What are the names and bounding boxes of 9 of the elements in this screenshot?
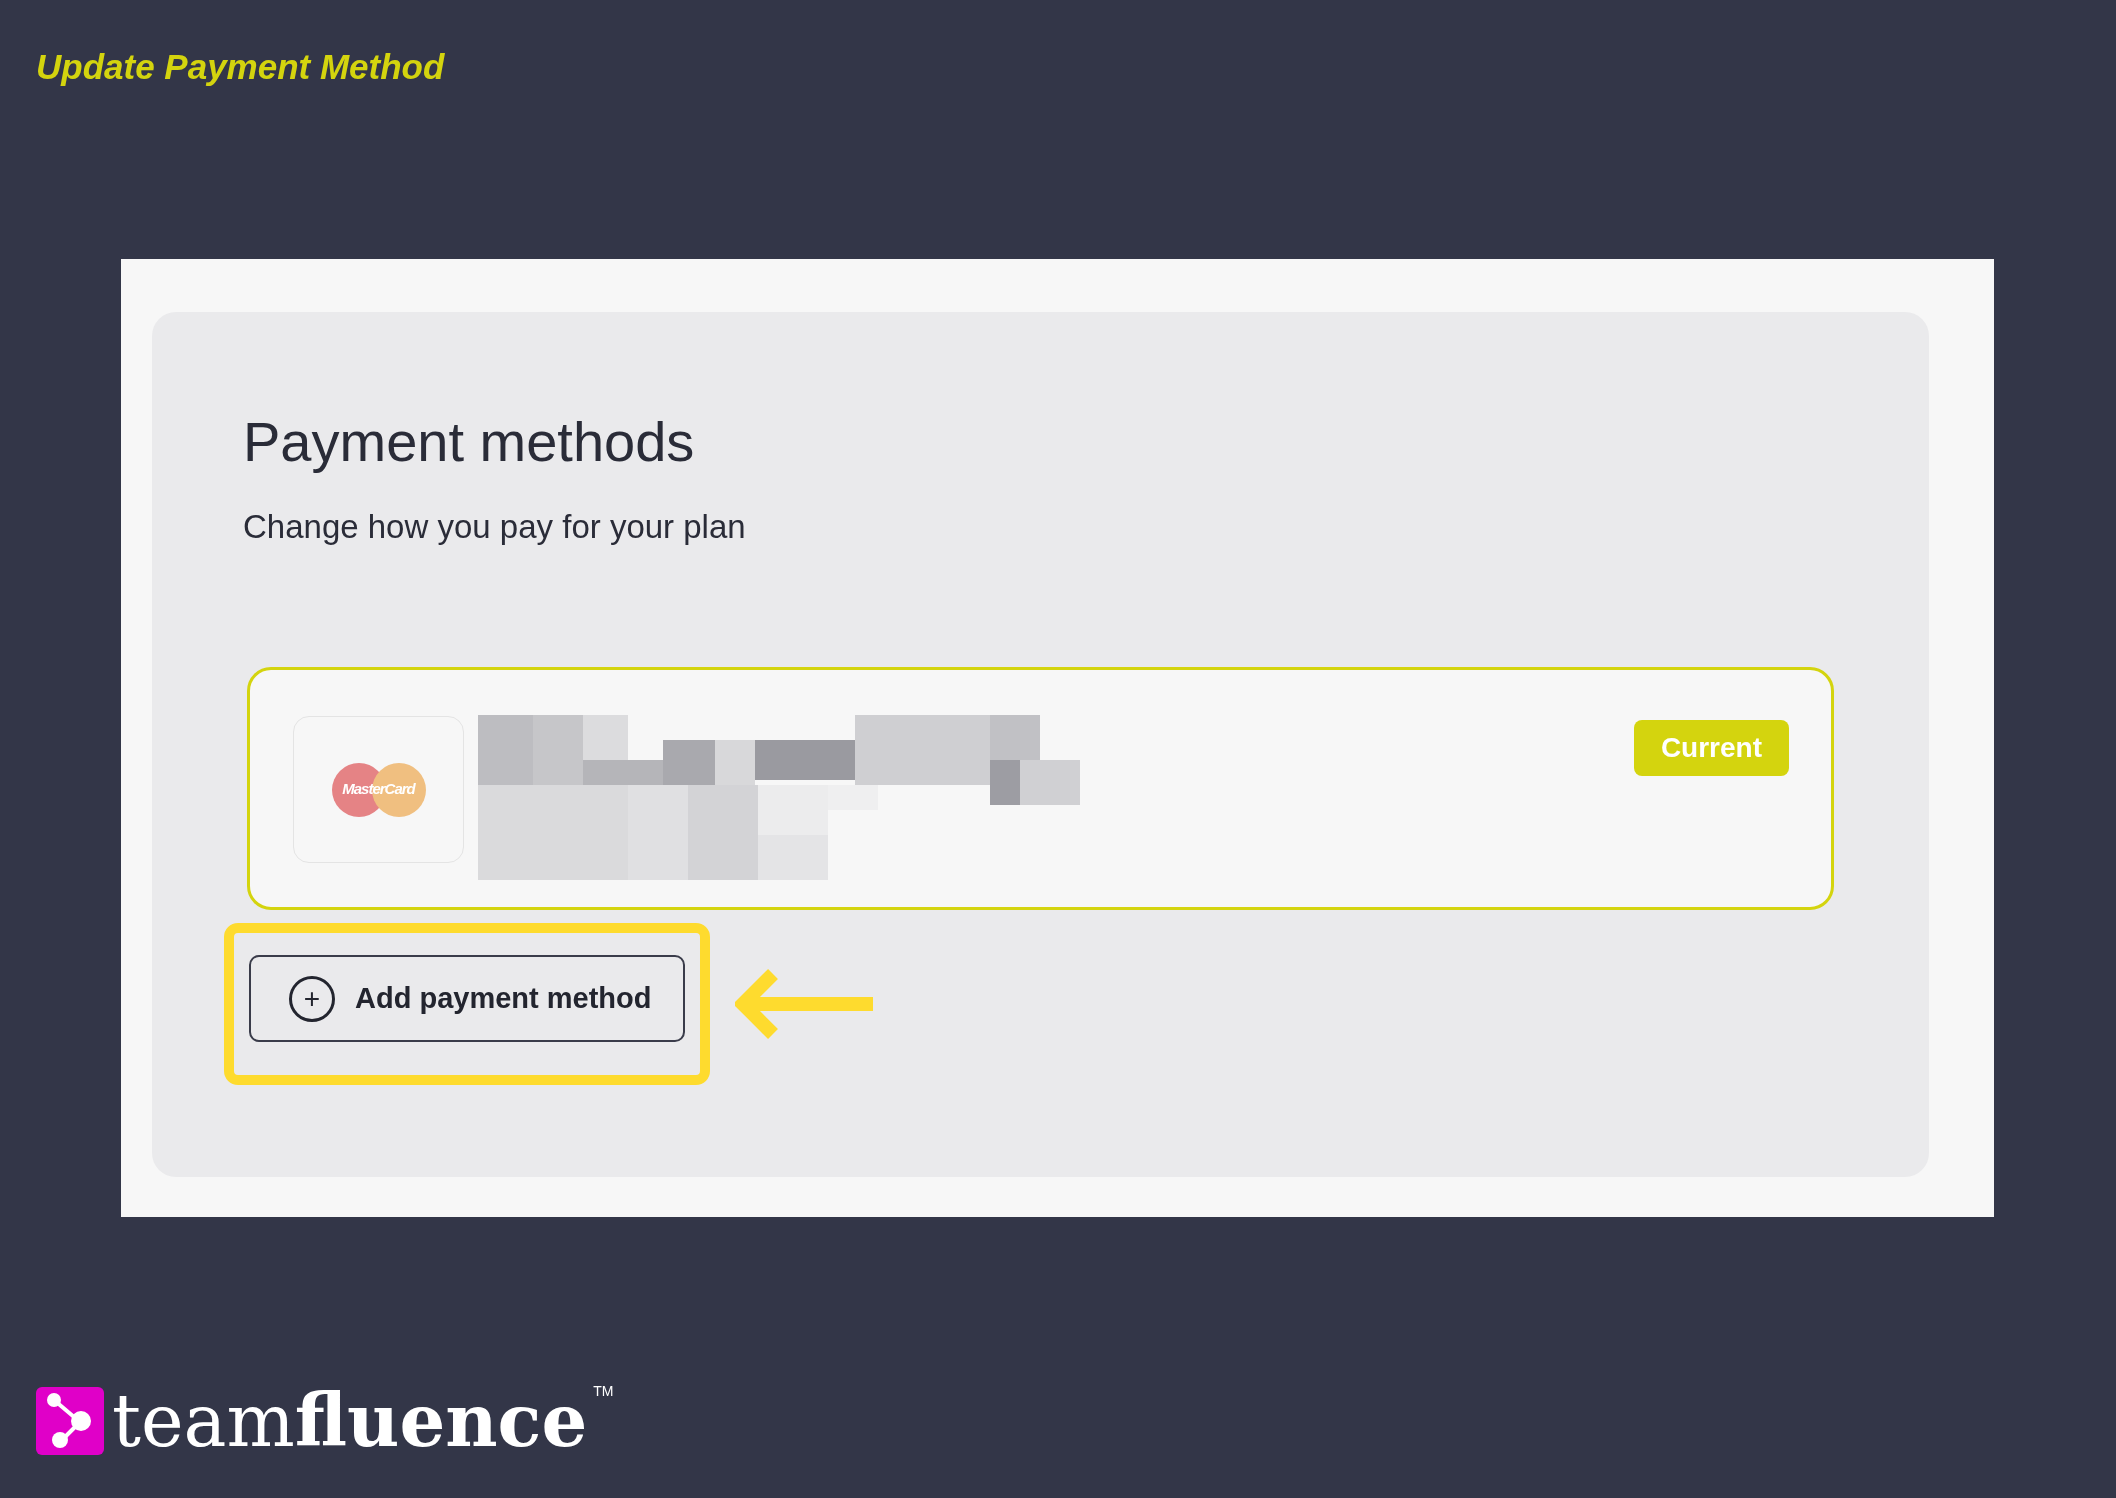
logo-mark-icon bbox=[36, 1387, 104, 1455]
left-arrow-icon bbox=[735, 968, 875, 1040]
section-heading: Payment methods bbox=[243, 410, 695, 474]
page-title: Update Payment Method bbox=[36, 47, 445, 87]
section-subtitle: Change how you pay for your plan bbox=[243, 507, 746, 547]
current-badge: Current bbox=[1633, 720, 1789, 776]
add-payment-method-button[interactable]: + Add payment method bbox=[249, 955, 685, 1042]
brand-wordmark: teamfluence bbox=[112, 1385, 588, 1457]
trademark-sign: TM bbox=[593, 1382, 614, 1401]
